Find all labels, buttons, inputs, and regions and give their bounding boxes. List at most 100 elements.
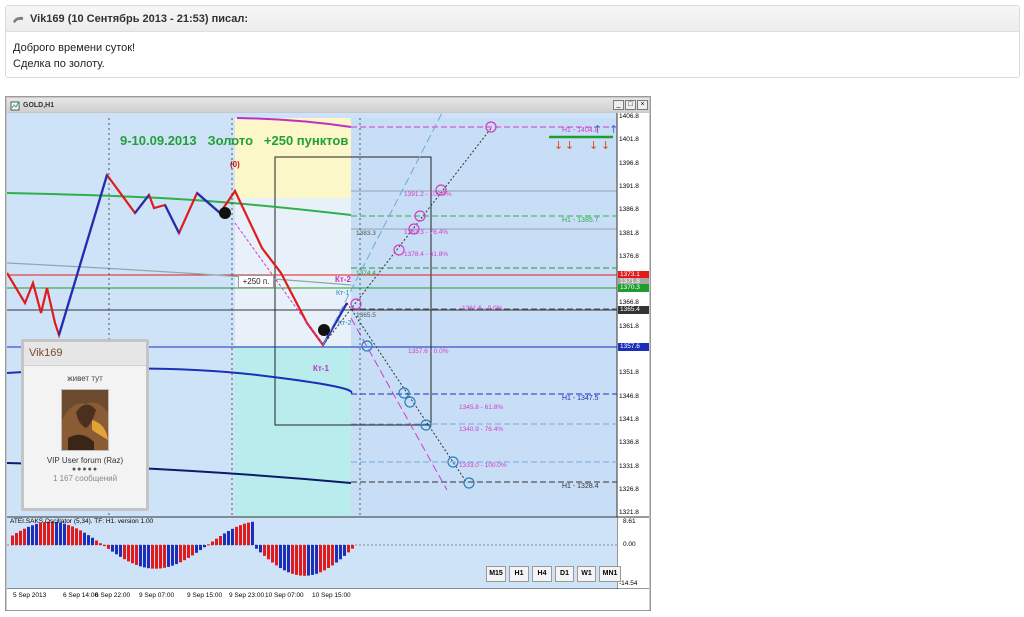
tf-button-h1[interactable]: H1 (509, 566, 529, 582)
chart-titlebar: GOLD,H1 _ □ × (7, 98, 649, 112)
label-kt2: Кт-2 (335, 275, 351, 284)
oscillator-bar (155, 545, 158, 569)
fibo-down-764: 1340.9 - 76.4% (459, 426, 504, 433)
fibo-down-100: 1333.0 - 100.0% (459, 462, 507, 469)
oscillator-bar (183, 545, 186, 561)
fibo-up-1365: 1365.5 (356, 312, 376, 319)
oscillator-bar (11, 535, 14, 545)
chart-window-icon (10, 100, 20, 111)
svg-text:↓: ↓ (589, 139, 598, 152)
oscillator-bar (351, 545, 354, 549)
oscillator-bar (295, 545, 298, 575)
oscillator-bar (199, 545, 202, 551)
oscillator-bar (211, 541, 214, 545)
level-h1-1385: H1 - 1385.7 (562, 217, 599, 224)
user-profile-card: Vik169 живет тут VIP User forum (Raz) ●●… (21, 339, 149, 511)
post-line-greeting: Доброго времени суток! (13, 42, 136, 54)
oscillator-bar (299, 545, 302, 576)
svg-text:↓: ↓ (565, 139, 574, 152)
label-zero: (0) (230, 160, 240, 169)
label-plus-250: +250 п. (238, 275, 274, 288)
oscillator-bar (67, 524, 70, 545)
oscillator-bar (71, 526, 74, 545)
time-axis-label: 10 Sep 07:00 (265, 592, 304, 599)
profile-status: живет тут (67, 374, 103, 383)
oscillator-bar (167, 545, 170, 567)
time-axis-label: 5 Sep 2013 (13, 592, 47, 599)
oscillator-bar (315, 545, 318, 574)
oscillator-bar (247, 522, 250, 545)
oscillator-bar (231, 528, 234, 545)
oscillator-bar (79, 530, 82, 545)
oscillator-bar (215, 538, 218, 545)
oscillator-bar (51, 521, 54, 545)
post-body: Доброго времени суток! Сделка по золоту. (6, 32, 1019, 72)
oscillator-bar (99, 543, 102, 545)
oscillator-bar (319, 545, 322, 573)
time-axis-label: 6 Sep 22:00 (95, 592, 131, 599)
tf-button-m15[interactable]: M15 (486, 566, 506, 582)
level-h1-1328: H1 - 1328.4 (562, 483, 599, 490)
quote-icon (12, 14, 24, 24)
osc-axis-zero: 0.00 (623, 541, 636, 548)
post-line-deal: Сделка по золоту. (13, 58, 105, 70)
oscillator-bar (339, 545, 342, 560)
oscillator-bar (279, 545, 282, 569)
time-axis-label: 9 Sep 07:00 (139, 592, 175, 599)
oscillator-bar (311, 545, 314, 575)
oscillator-bar (95, 540, 98, 545)
tf-button-d1[interactable]: D1 (555, 566, 574, 582)
oscillator-bar (119, 545, 122, 557)
svg-text:↓: ↓ (601, 139, 610, 152)
oscillator-bar (235, 526, 238, 545)
oscillator-bar (135, 545, 138, 565)
oscillator-bar (219, 536, 222, 545)
tf-button-w1[interactable]: W1 (577, 566, 596, 582)
oscillator-bar (227, 531, 230, 545)
oscillator-bar (35, 523, 38, 545)
oscillator-bar (115, 545, 118, 555)
oscillator-bar (243, 523, 246, 545)
label-kt1: Кт-1 (313, 364, 329, 373)
oscillator-bar (19, 530, 22, 545)
oscillator-bar (175, 545, 178, 565)
oscillator-bar (103, 545, 106, 547)
fibo-down-618: 1345.8 - 61.8% (459, 404, 504, 411)
tf-button-mn1[interactable]: MN1 (599, 566, 621, 582)
minimize-button[interactable]: _ (613, 100, 624, 110)
forum-post: Vik169 (10 Сентябрь 2013 - 21:53) писал:… (5, 5, 1020, 78)
svg-text:↑: ↑ (609, 123, 618, 136)
price-tag: 1370.3 (618, 284, 649, 292)
oscillator-bar (323, 545, 326, 571)
label-kt1b: Кт-1 (336, 290, 350, 297)
oscillator-bar (307, 545, 310, 576)
oscillator-bar (151, 545, 154, 569)
oscillator-bar (127, 545, 130, 562)
oscillator-bar (335, 545, 338, 563)
oscillator-bar (27, 526, 30, 545)
fibo-down-0: 1357.6 - 0.0% (408, 348, 449, 355)
oscillator-bar (287, 545, 290, 573)
oscillator-bar (31, 525, 34, 545)
profile-username[interactable]: Vik169 (24, 342, 146, 366)
chart-headline: 9-10.09.2013 Золото +250 пунктов (120, 133, 349, 148)
profile-rank-dots: ●●●●● (71, 466, 99, 473)
tf-button-h4[interactable]: H4 (532, 566, 552, 582)
oscillator-bar (83, 532, 86, 545)
time-axis-label: 9 Sep 23:00 (229, 592, 265, 599)
oscillator-bar (91, 537, 94, 545)
oscillator-bar (267, 545, 270, 560)
fibo-up-100: 1391.2 - 100.0% (404, 191, 452, 198)
oscillator-bar (343, 545, 346, 556)
maximize-button[interactable]: □ (625, 100, 636, 110)
oscillator-bar (275, 545, 278, 566)
close-button[interactable]: × (637, 100, 648, 110)
oscillator-bar (331, 545, 334, 566)
oscillator-bar (131, 545, 134, 564)
avatar[interactable] (61, 389, 109, 451)
oscillator-bar (15, 533, 18, 545)
oscillator-title: ATEI.SAKS.Oscillator (5,34). TF: H1. ver… (10, 518, 154, 525)
oscillator-bar (191, 545, 194, 556)
oscillator-bar (143, 545, 146, 568)
post-header: Vik169 (10 Сентябрь 2013 - 21:53) писал: (6, 6, 1019, 32)
